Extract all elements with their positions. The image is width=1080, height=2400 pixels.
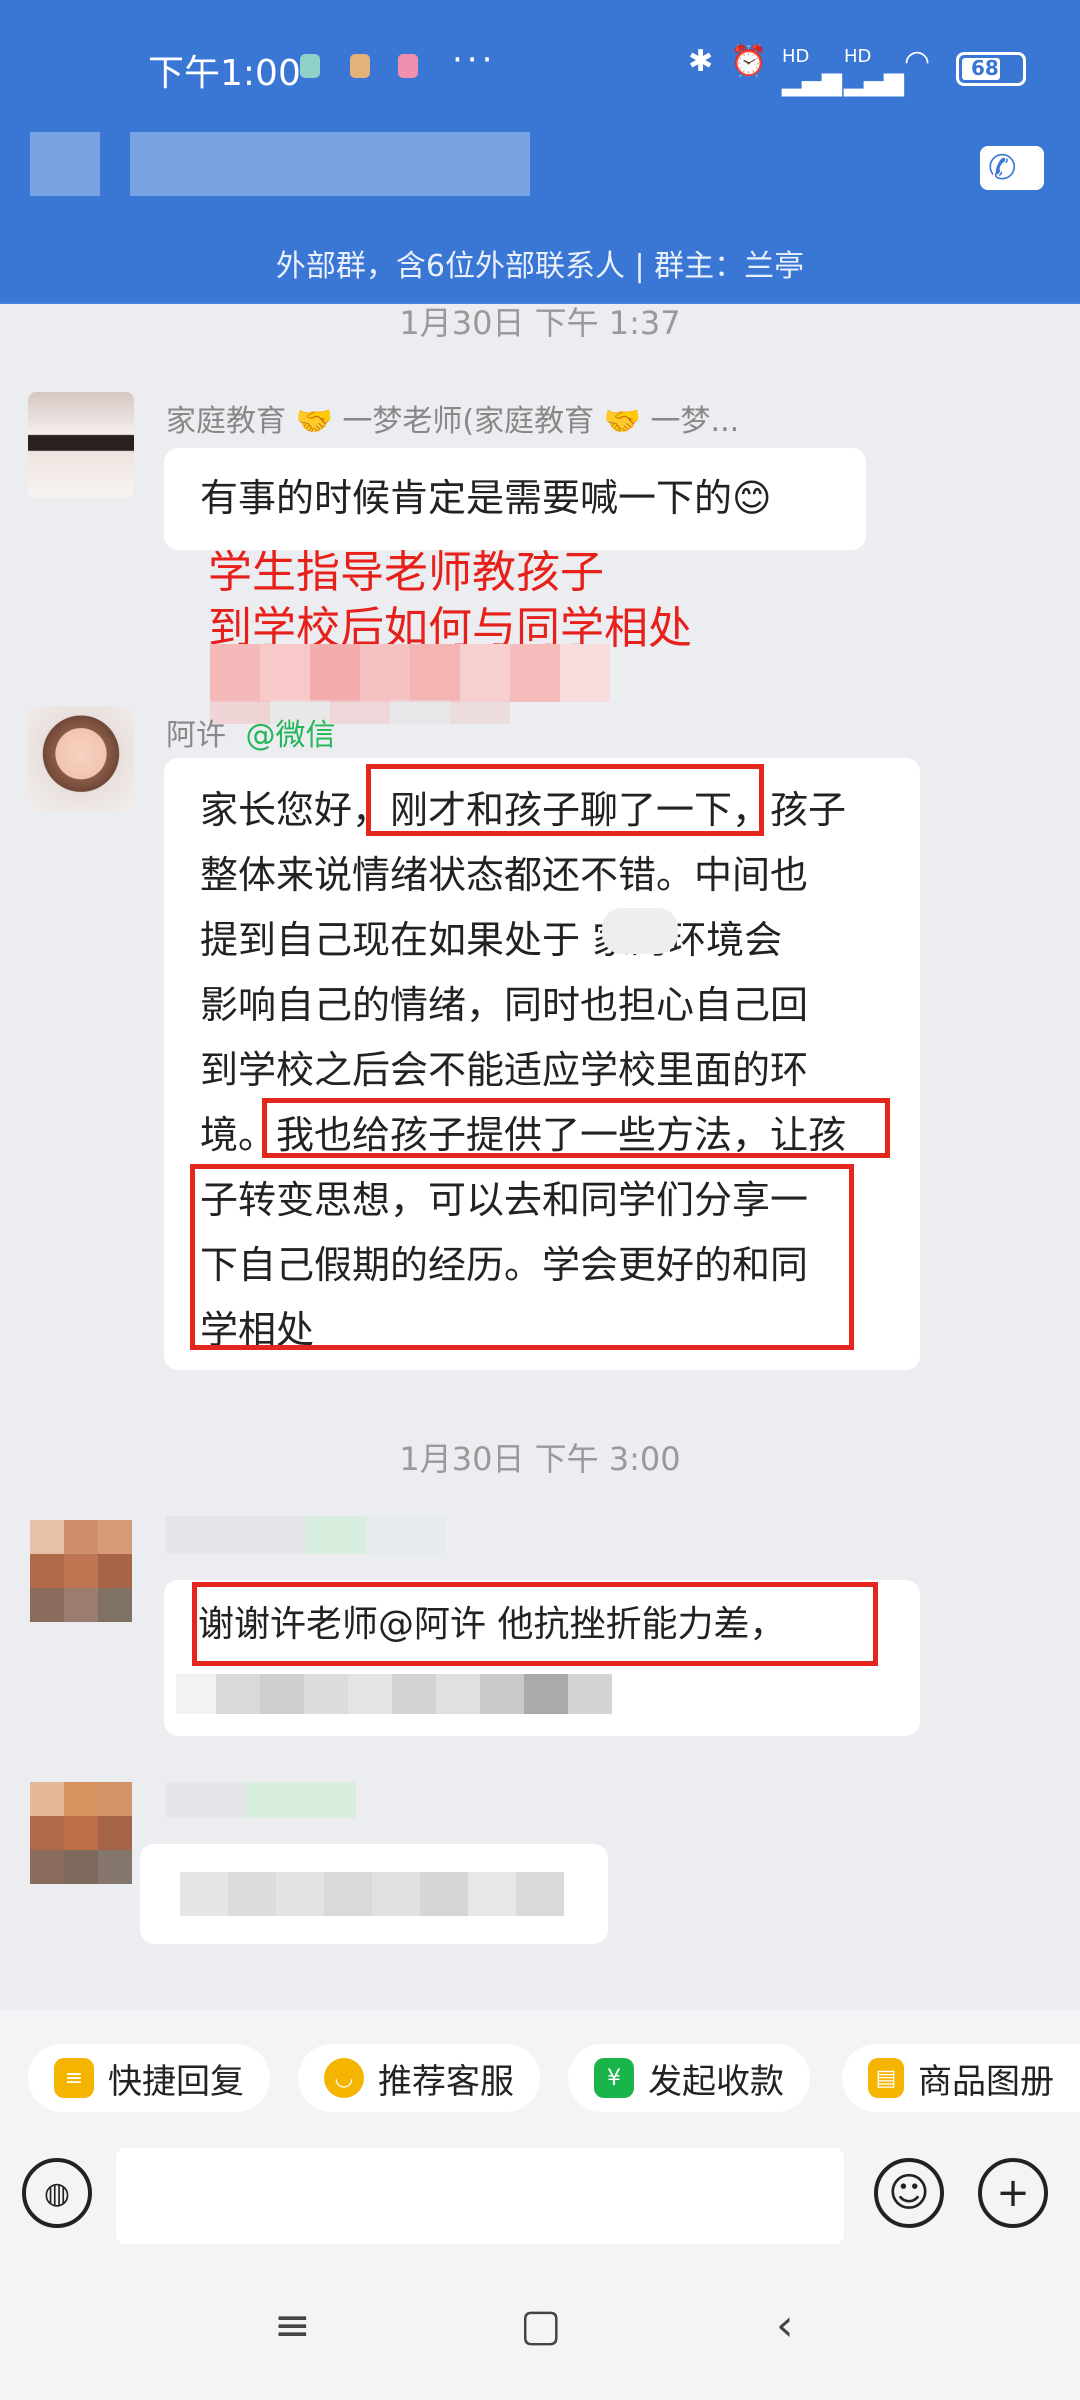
home-icon[interactable]: ▢ <box>520 2300 562 2351</box>
status-time: 下午1:00 <box>148 53 301 94</box>
message-line: 影响自己的情绪，同时也担心自己回 <box>200 983 809 1027</box>
sender-name: 阿许 @微信 <box>166 718 336 753</box>
chat-timestamp: 1月30日 下午 3:00 <box>399 1440 681 1478</box>
message-line: 整体来说情绪状态都还不错。中间也 <box>200 853 809 897</box>
alarm-icon: ⏰ <box>730 44 768 79</box>
highlight-box <box>262 1098 890 1158</box>
plus-icon[interactable]: + <box>978 2158 1048 2228</box>
app-notification-icon <box>398 54 418 78</box>
voice-icon[interactable]: ◍ <box>22 2158 92 2228</box>
bluetooth-icon: ✱ <box>688 44 714 79</box>
quick-reply-icon: ≡ <box>54 2058 94 2098</box>
video-call-button[interactable]: ✆ <box>980 146 1044 190</box>
product-album-button[interactable]: ▤ 商品图册 <box>842 2044 1080 2112</box>
payment-icon: ¥ <box>594 2058 634 2098</box>
wechat-tag: @微信 <box>245 718 336 753</box>
group-title-blurred <box>30 132 100 196</box>
recommend-service-button[interactable]: ◡ 推荐客服 <box>298 2044 540 2112</box>
wifi-icon: ◠ <box>904 44 931 79</box>
payment-button[interactable]: ¥ 发起收款 <box>568 2044 810 2112</box>
highlight-box <box>190 1164 854 1350</box>
menu-icon[interactable]: ≡ <box>274 2300 311 2351</box>
status-bar: 下午1:00 ··· ✱ ⏰ HD ▂▄▆ HD ▂▄▆ ◠ 68 <box>0 0 1080 132</box>
avatar[interactable] <box>30 1520 132 1622</box>
emoji-icon[interactable]: ☺ <box>874 2158 944 2228</box>
app-notification-icon <box>300 54 320 78</box>
message-bubble[interactable] <box>140 1844 608 1944</box>
sender-name-blurred <box>166 1782 356 1818</box>
sender-name: 家庭教育 🤝 一梦老师(家庭教育 🤝 一梦... <box>166 404 740 439</box>
product-album-icon: ▤ <box>868 2058 904 2098</box>
group-title-blurred <box>130 132 530 196</box>
quick-reply-button[interactable]: ≡ 快捷回复 <box>28 2044 270 2112</box>
annotation-caption-line-1: 学生指导老师教孩子 <box>208 547 604 598</box>
message-input[interactable] <box>116 2148 844 2244</box>
sender-name-blurred <box>166 1516 446 1554</box>
group-info-text: 外部群，含6位外部联系人 | 群主：兰亭 <box>0 232 1080 302</box>
highlight-box <box>192 1582 878 1666</box>
signal-icon-1: HD ▂▄▆ <box>782 46 842 97</box>
more-notifications-icon: ··· <box>452 40 497 80</box>
app-notification-icon <box>350 54 370 78</box>
message-line: 提到自己现在如果处于 家的环境会 <box>200 918 783 962</box>
highlight-box <box>366 764 764 836</box>
phone-icon: ✆ <box>988 148 1017 188</box>
recommend-service-icon: ◡ <box>324 2058 364 2098</box>
back-icon[interactable]: ‹ <box>776 2300 794 2351</box>
battery-icon: 68 <box>956 52 1026 86</box>
chat-timestamp: 1月30日 下午 1:37 <box>399 304 681 342</box>
blurred-region <box>176 1674 612 1714</box>
message-bubble[interactable]: 有事的时候肯定是需要喊一下的😊 <box>164 448 866 550</box>
avatar[interactable] <box>28 706 134 812</box>
blurred-word <box>602 908 678 954</box>
blurred-region <box>180 1872 564 1916</box>
signal-icon-2: HD ▂▄▆ <box>844 46 904 97</box>
avatar[interactable] <box>30 1782 132 1884</box>
message-text: 有事的时候肯定是需要喊一下的😊 <box>200 476 772 520</box>
message-line: 到学校之后会不能适应学校里面的环 <box>200 1048 809 1092</box>
blurred-region <box>210 644 610 702</box>
avatar[interactable] <box>28 392 134 498</box>
